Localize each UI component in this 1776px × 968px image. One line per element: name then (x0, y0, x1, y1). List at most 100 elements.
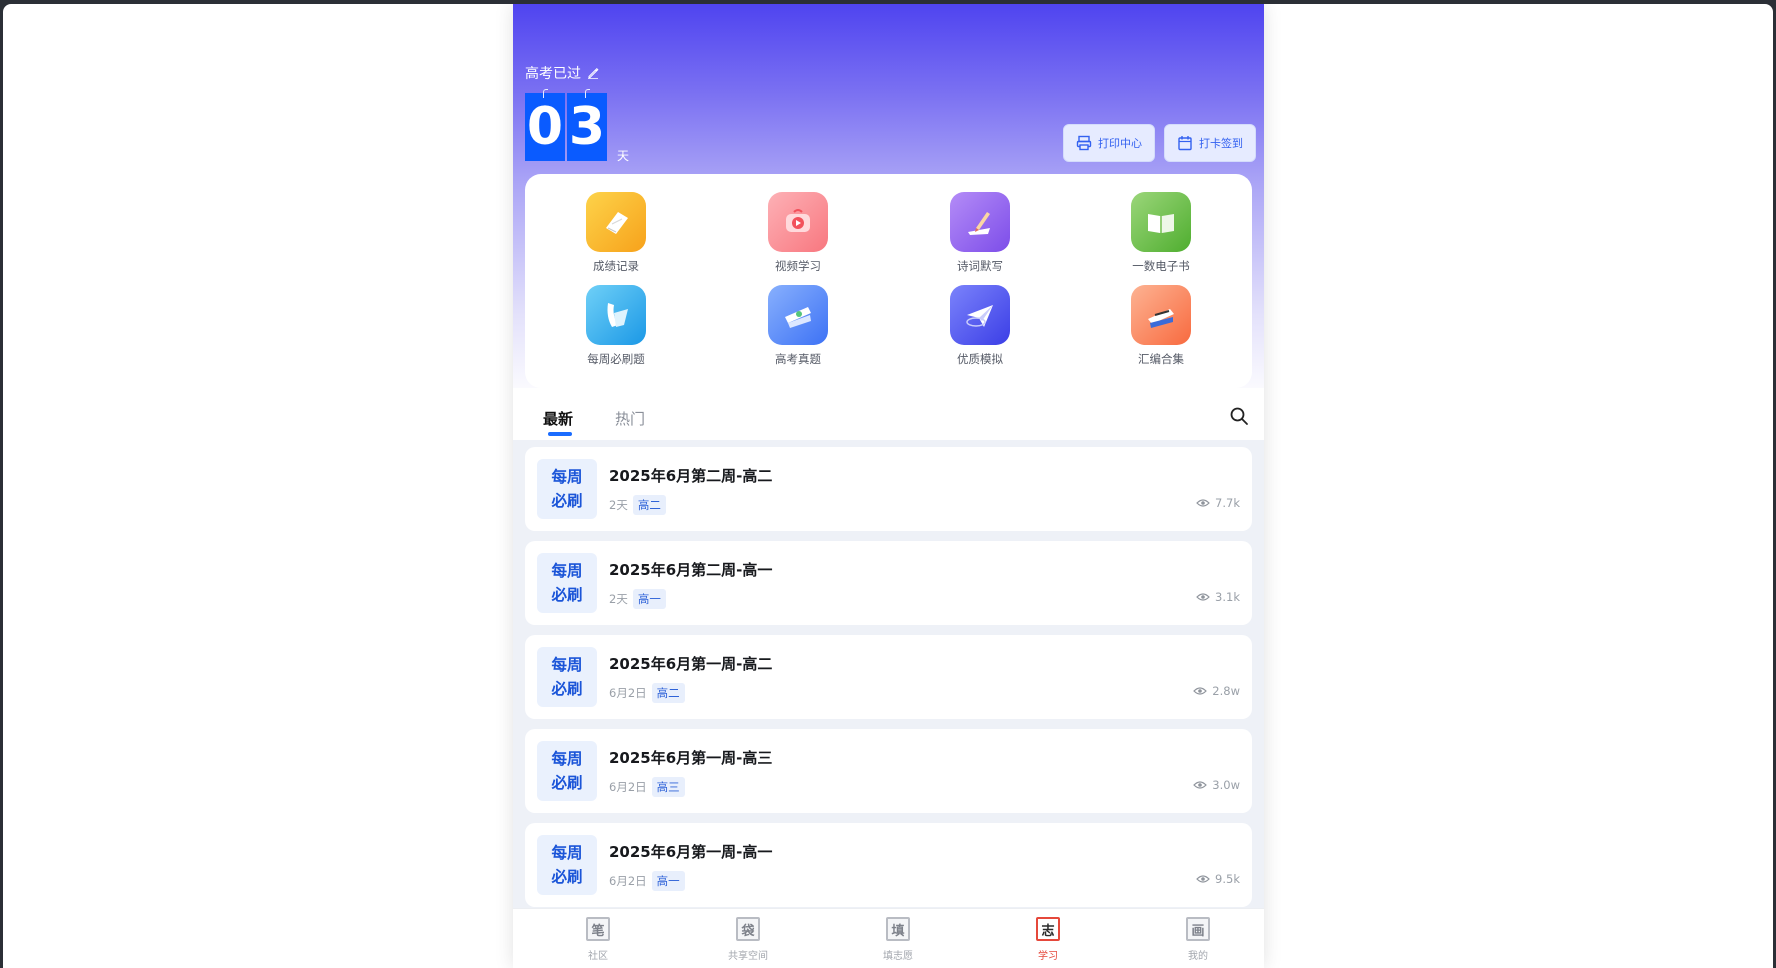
item-title: 2025年6月第一周-高三 (609, 749, 773, 767)
open-book-icon (1131, 192, 1191, 252)
view-count: 3.1k (1196, 590, 1240, 604)
grid-item-weekly-questions[interactable]: 每周必刷题 (556, 285, 676, 367)
grid-label: 汇编合集 (1138, 352, 1184, 366)
badge-line: 必刷 (551, 680, 583, 698)
grid-label: 每周必刷题 (587, 352, 645, 366)
profile-icon: 画 (1186, 917, 1210, 941)
eye-icon (1193, 781, 1208, 789)
view-count-value: 9.5k (1215, 872, 1240, 886)
grid-label: 成绩记录 (593, 259, 639, 273)
grade-tag: 高一 (632, 589, 666, 609)
list-item[interactable]: 每周 必刷 2025年6月第二周-高二 2天 高二 7.7k (525, 447, 1252, 531)
item-meta: 2天 高二 (609, 495, 666, 515)
grid-label: 视频学习 (775, 259, 821, 273)
grid-label: 诗词默写 (957, 259, 1003, 273)
list-item[interactable]: 每周 必刷 2025年6月第一周-高三 6月2日 高三 3.0w (525, 729, 1252, 813)
search-icon[interactable] (1229, 406, 1249, 426)
grid-item-score-record[interactable]: 成绩记录 (556, 192, 676, 274)
grade-tag: 高二 (651, 683, 685, 703)
badge-line: 必刷 (551, 586, 583, 604)
paper-plane-icon (950, 285, 1010, 345)
badge-line: 必刷 (551, 774, 583, 792)
badge-line: 每周 (551, 844, 583, 862)
item-date: 2天 (609, 592, 628, 606)
countdown-digit: 3 (567, 89, 607, 161)
countdown-digit: 0 (525, 89, 565, 161)
item-title: 2025年6月第一周-高二 (609, 655, 773, 673)
badge-line: 每周 (551, 750, 583, 768)
calendar-icon (1178, 136, 1192, 151)
bottom-navigation: 笔 社区 袋 共享空间 填 填志愿 志 学习 画 我的 (513, 908, 1264, 968)
badge-line: 必刷 (551, 868, 583, 886)
check-in-label: 打卡签到 (1199, 137, 1243, 150)
print-center-label: 打印中心 (1098, 137, 1142, 150)
hero-header: 高考已过 0 3 天 打印中心 打卡签到 成绩记录 视频学习 诗词默写 一数电子… (513, 4, 1264, 404)
nav-item-community[interactable]: 笔 社区 (558, 917, 638, 962)
nav-label: 我的 (1188, 951, 1208, 962)
eye-icon (1193, 687, 1208, 695)
weekly-badge: 每周 必刷 (537, 459, 597, 519)
ruler-pen-icon (1131, 285, 1191, 345)
list-item[interactable]: 每周 必刷 2025年6月第二周-高一 2天 高一 3.1k (525, 541, 1252, 625)
grid-item-exam-papers[interactable]: 高考真题 (738, 285, 858, 367)
nav-label: 共享空间 (728, 951, 768, 962)
grade-tag: 高二 (632, 495, 666, 515)
eye-icon (1196, 499, 1210, 507)
nav-label: 填志愿 (883, 951, 913, 962)
eye-icon (1196, 875, 1210, 883)
weekly-badge: 每周 必刷 (537, 647, 597, 707)
pen-paper-icon (950, 192, 1010, 252)
nav-item-study[interactable]: 志 学习 (1008, 917, 1088, 962)
nav-label: 社区 (588, 951, 608, 962)
list-item[interactable]: 每周 必刷 2025年6月第一周-高二 6月2日 高二 2.8w (525, 635, 1252, 719)
item-date: 6月2日 (609, 874, 647, 888)
item-date: 2天 (609, 498, 628, 512)
grid-item-mock-exams[interactable]: 优质模拟 (920, 285, 1040, 367)
view-count-value: 2.8w (1212, 684, 1240, 698)
check-in-button[interactable]: 打卡签到 (1164, 124, 1256, 162)
mobile-app: 高考已过 0 3 天 打印中心 打卡签到 成绩记录 视频学习 诗词默写 一数电子… (513, 4, 1264, 968)
item-date: 6月2日 (609, 780, 647, 794)
item-date: 6月2日 (609, 686, 647, 700)
nav-item-volunteer[interactable]: 填 填志愿 (858, 917, 938, 962)
grid-label: 优质模拟 (957, 352, 1003, 366)
countdown-unit: 天 (617, 149, 630, 163)
grade-tag: 高一 (651, 871, 685, 891)
edit-icon[interactable] (587, 67, 599, 79)
badge-line: 每周 (551, 562, 583, 580)
print-center-button[interactable]: 打印中心 (1063, 124, 1155, 162)
grid-item-video-learning[interactable]: 视频学习 (738, 192, 858, 274)
tab-latest[interactable]: 最新 (543, 408, 573, 429)
grid-label: 一数电子书 (1132, 259, 1190, 273)
list-item[interactable]: 每周 必刷 2025年6月第一周-高一 6月2日 高一 9.5k (525, 823, 1252, 907)
volunteer-icon: 填 (886, 917, 910, 941)
countdown-title-label: 高考已过 (525, 66, 581, 82)
content-tabs: 最新 热门 (513, 388, 1264, 440)
feature-grid: 成绩记录 视频学习 诗词默写 一数电子书 每周必刷题 高考真题 优质模拟 汇编合… (525, 174, 1252, 388)
weekly-badge: 每周 必刷 (537, 835, 597, 895)
countdown-title[interactable]: 高考已过 (525, 63, 599, 83)
grid-item-ebook[interactable]: 一数电子书 (1101, 192, 1221, 274)
grid-item-compilation[interactable]: 汇编合集 (1101, 285, 1221, 367)
nav-item-shared-space[interactable]: 袋 共享空间 (708, 917, 788, 962)
grid-item-poetry-dictation[interactable]: 诗词默写 (920, 192, 1040, 274)
weekly-badge: 每周 必刷 (537, 553, 597, 613)
item-meta: 2天 高一 (609, 589, 666, 609)
paper-roll-icon (768, 285, 828, 345)
tab-hot[interactable]: 热门 (615, 408, 645, 429)
shared-space-icon: 袋 (736, 917, 760, 941)
nav-item-profile[interactable]: 画 我的 (1158, 917, 1238, 962)
grid-label: 高考真题 (775, 352, 821, 366)
view-count: 3.0w (1193, 778, 1240, 792)
video-play-icon (768, 192, 828, 252)
item-meta: 6月2日 高三 (609, 777, 685, 797)
eye-icon (1196, 593, 1210, 601)
community-icon: 笔 (586, 917, 610, 941)
view-count: 7.7k (1196, 496, 1240, 510)
badge-line: 每周 (551, 468, 583, 486)
item-title: 2025年6月第二周-高二 (609, 467, 773, 485)
view-count-value: 3.0w (1212, 778, 1240, 792)
weekly-badge: 每周 必刷 (537, 741, 597, 801)
study-icon: 志 (1036, 917, 1060, 941)
item-title: 2025年6月第一周-高一 (609, 843, 773, 861)
